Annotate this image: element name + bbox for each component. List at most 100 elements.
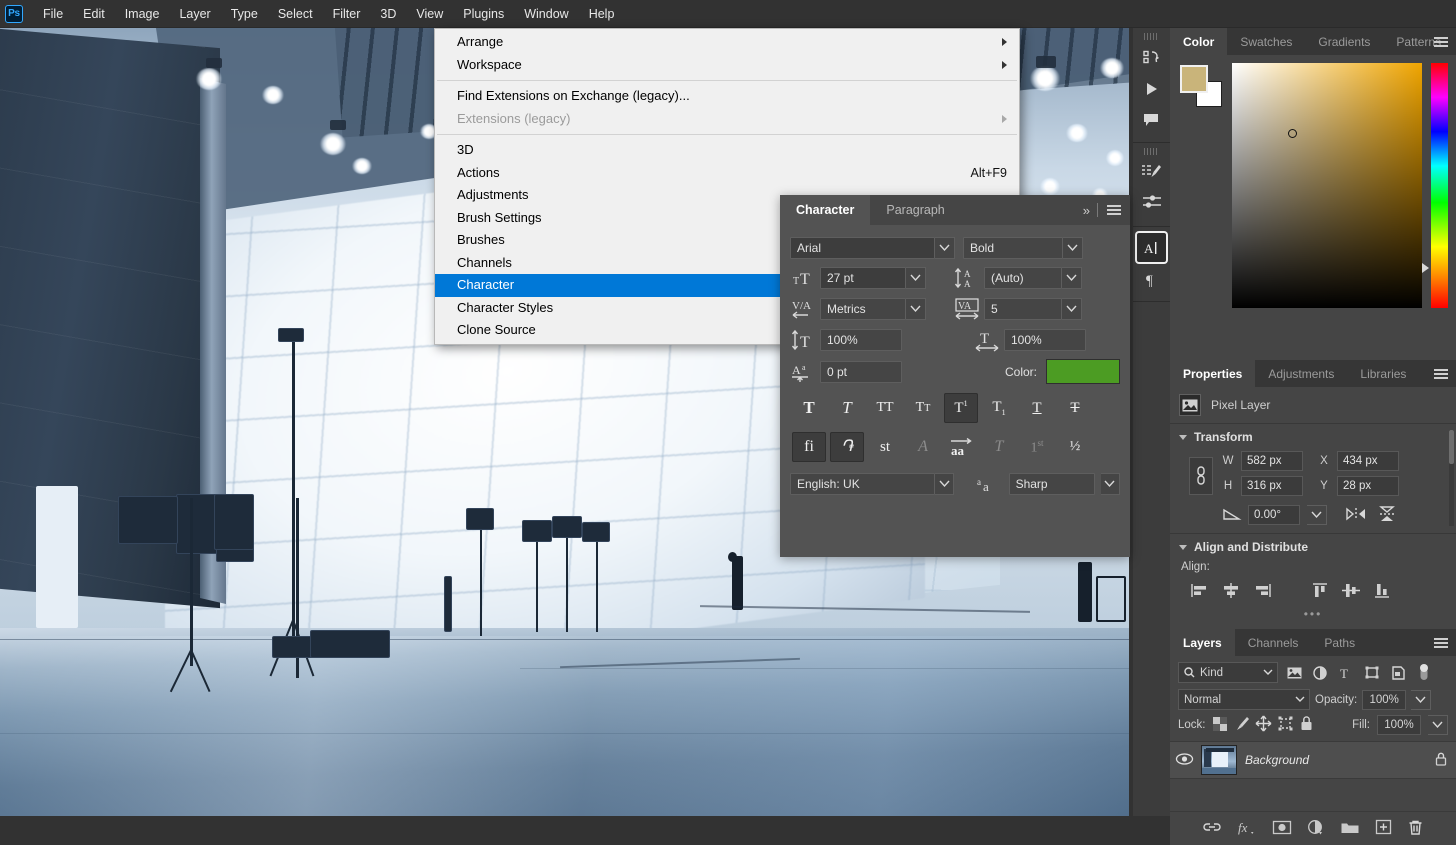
language-select[interactable]: English: UK bbox=[790, 473, 936, 495]
tab-properties[interactable]: Properties bbox=[1170, 360, 1256, 387]
text-color-swatch[interactable] bbox=[1046, 359, 1120, 384]
filter-toggle-switch[interactable] bbox=[1414, 662, 1434, 683]
menubar-item-select[interactable]: Select bbox=[268, 0, 323, 28]
new-group-icon[interactable] bbox=[1341, 821, 1359, 837]
chevron-down-icon[interactable] bbox=[1179, 434, 1187, 440]
height-input[interactable]: 316 px bbox=[1241, 476, 1303, 496]
contextual-alternates-button[interactable]: aa bbox=[944, 432, 978, 462]
foreground-color-swatch[interactable] bbox=[1180, 65, 1208, 93]
font-family-dropdown-icon[interactable] bbox=[935, 237, 955, 259]
swash-button[interactable]: A bbox=[906, 432, 940, 462]
new-layer-icon[interactable] bbox=[1375, 819, 1392, 837]
tab-character[interactable]: Character bbox=[780, 195, 871, 225]
layer-style-icon[interactable]: fx bbox=[1238, 820, 1256, 838]
panel-menu-icon[interactable] bbox=[1107, 205, 1121, 215]
tracking-dropdown-icon[interactable] bbox=[1062, 298, 1082, 320]
opacity-input[interactable]: 100% bbox=[1362, 689, 1407, 710]
blend-mode-select[interactable]: Normal bbox=[1178, 689, 1310, 710]
menu-item-workspace[interactable]: Workspace bbox=[435, 54, 1019, 77]
fill-input[interactable]: 100% bbox=[1377, 715, 1421, 735]
brush-presets-icon[interactable] bbox=[1137, 158, 1166, 187]
menu-item-actions[interactable]: Actions Alt+F9 bbox=[435, 162, 1019, 185]
play-icon[interactable] bbox=[1137, 74, 1166, 103]
horizontal-scale-input[interactable]: 100% bbox=[1004, 329, 1086, 351]
superscript-button[interactable]: T1 bbox=[944, 393, 978, 423]
all-caps-button[interactable]: TT bbox=[868, 393, 902, 423]
leading-input[interactable]: (Auto) bbox=[984, 267, 1062, 289]
color-picker-cursor[interactable] bbox=[1288, 129, 1297, 138]
align-horizontal-center-icon[interactable] bbox=[1218, 579, 1244, 601]
anti-aliasing-select[interactable]: Sharp bbox=[1008, 473, 1095, 495]
layer-filter-kind-select[interactable]: Kind bbox=[1178, 662, 1278, 683]
layer-visibility-icon[interactable] bbox=[1175, 752, 1194, 768]
align-section-title[interactable]: Align and Distribute bbox=[1179, 540, 1447, 554]
font-size-dropdown-icon[interactable] bbox=[906, 267, 926, 289]
font-style-dropdown-icon[interactable] bbox=[1063, 237, 1083, 259]
expand-chevrons-icon[interactable]: » bbox=[1083, 203, 1090, 218]
history-icon[interactable] bbox=[1137, 43, 1166, 72]
flip-horizontal-icon[interactable] bbox=[1346, 507, 1366, 524]
saturation-value-field[interactable] bbox=[1232, 63, 1422, 308]
font-family-input[interactable]: Arial bbox=[790, 237, 935, 259]
align-right-icon[interactable] bbox=[1249, 579, 1275, 601]
menubar-item-image[interactable]: Image bbox=[115, 0, 170, 28]
menubar-item-help[interactable]: Help bbox=[579, 0, 625, 28]
filter-shape-icon[interactable] bbox=[1362, 662, 1382, 683]
font-size-input[interactable]: 27 pt bbox=[820, 267, 906, 289]
transform-section-title[interactable]: Transform bbox=[1179, 430, 1447, 444]
y-input[interactable]: 28 px bbox=[1337, 476, 1399, 496]
tab-paths[interactable]: Paths bbox=[1311, 629, 1368, 656]
stylistic-set-button[interactable]: st bbox=[868, 432, 902, 462]
color-panel-menu-icon[interactable] bbox=[1434, 37, 1448, 47]
hue-slider-handle[interactable] bbox=[1422, 263, 1429, 273]
anti-aliasing-dropdown-icon[interactable] bbox=[1100, 473, 1120, 495]
font-style-input[interactable]: Bold bbox=[963, 237, 1063, 259]
small-caps-button[interactable]: TT bbox=[906, 393, 940, 423]
align-top-icon[interactable] bbox=[1307, 579, 1333, 601]
x-input[interactable]: 434 px bbox=[1337, 451, 1399, 471]
layer-name[interactable]: Background bbox=[1245, 753, 1427, 767]
lock-artboard-nesting-icon[interactable] bbox=[1278, 716, 1293, 734]
width-input[interactable]: 582 px bbox=[1241, 451, 1303, 471]
tab-color[interactable]: Color bbox=[1170, 28, 1228, 55]
flip-vertical-icon[interactable] bbox=[1379, 505, 1397, 525]
angle-input[interactable]: 0.00° bbox=[1248, 505, 1300, 525]
chevron-down-icon[interactable] bbox=[1179, 544, 1187, 550]
tab-swatches[interactable]: Swatches bbox=[1227, 28, 1305, 55]
fractions-button[interactable]: ½ bbox=[1058, 432, 1092, 462]
align-bottom-icon[interactable] bbox=[1369, 579, 1395, 601]
tracking-input[interactable]: 5 bbox=[984, 298, 1062, 320]
rail-grip[interactable] bbox=[1144, 33, 1159, 40]
titling-alternates-button[interactable]: T bbox=[982, 432, 1016, 462]
kerning-input[interactable]: Metrics bbox=[820, 298, 906, 320]
hue-slider[interactable] bbox=[1422, 63, 1448, 308]
layers-panel-menu-icon[interactable] bbox=[1434, 638, 1448, 648]
menubar-item-file[interactable]: File bbox=[33, 0, 73, 28]
lock-all-icon[interactable] bbox=[1300, 716, 1313, 734]
foreground-background-swatches[interactable] bbox=[1180, 65, 1222, 107]
character-panel[interactable]: Character Paragraph » Arial Bold TT 27 p… bbox=[780, 195, 1130, 557]
menubar-item-filter[interactable]: Filter bbox=[323, 0, 371, 28]
align-vertical-center-icon[interactable] bbox=[1338, 579, 1364, 601]
filter-pixel-icon[interactable] bbox=[1284, 662, 1304, 683]
properties-scrollbar-thumb[interactable] bbox=[1449, 430, 1454, 464]
menubar-item-edit[interactable]: Edit bbox=[73, 0, 115, 28]
character-panel-icon[interactable]: A bbox=[1137, 233, 1166, 262]
faux-bold-button[interactable]: T bbox=[792, 393, 826, 423]
filter-type-icon[interactable]: T bbox=[1336, 662, 1356, 683]
kerning-dropdown-icon[interactable] bbox=[906, 298, 926, 320]
fill-dropdown-icon[interactable] bbox=[1428, 715, 1448, 735]
vertical-scale-input[interactable]: 100% bbox=[820, 329, 902, 351]
lock-transparent-pixels-icon[interactable] bbox=[1212, 716, 1227, 734]
menu-item-3d[interactable]: 3D bbox=[435, 139, 1019, 162]
layer-thumbnail[interactable] bbox=[1201, 745, 1237, 775]
menubar-item-layer[interactable]: Layer bbox=[169, 0, 220, 28]
menubar-item-3d[interactable]: 3D bbox=[370, 0, 406, 28]
tab-gradients[interactable]: Gradients bbox=[1305, 28, 1383, 55]
tab-paragraph[interactable]: Paragraph bbox=[870, 195, 960, 225]
link-dimensions-toggle[interactable] bbox=[1189, 457, 1213, 495]
discretionary-ligatures-button[interactable]: ֏ bbox=[830, 432, 864, 462]
layer-row[interactable]: Background bbox=[1170, 741, 1456, 779]
brush-settings-icon[interactable] bbox=[1137, 189, 1166, 218]
color-panel[interactable] bbox=[1170, 55, 1456, 360]
